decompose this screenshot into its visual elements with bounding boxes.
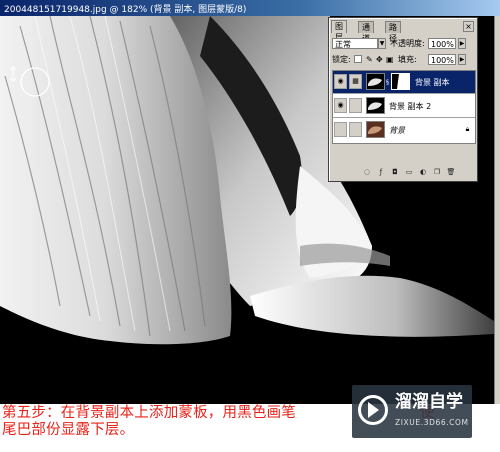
add-mask-icon[interactable]: ◘ (390, 168, 400, 177)
layer-row-background[interactable]: 背景 🔒︎ (333, 119, 475, 142)
layer-mask-thumbnail[interactable] (391, 73, 410, 90)
link-layers-icon[interactable]: ◌ (362, 168, 372, 177)
caption-line-1-text: 第五步：在背景副本上添加蒙板，用黑色画笔 (2, 405, 296, 421)
palette-bottom-toolbar: ◌ ƒ ◘ ▭ ◐ ❐ 🗑︎ (332, 168, 474, 178)
play-icon (368, 402, 379, 418)
layer-row-background-copy-2[interactable]: ◉ 背景 副本 2 (333, 95, 475, 118)
lock-label: 锁定: (332, 55, 351, 64)
opacity-slider-icon[interactable]: ▶ (458, 38, 466, 49)
layer-row-background-copy[interactable]: ◉ ▦ § 背景 副本 (333, 71, 475, 94)
layer-thumbnail (366, 97, 385, 114)
lock-position-icon[interactable]: ✥ (376, 54, 383, 65)
document-title-bar[interactable]: 200448151719948.jpg @ 182% (背景 副本, 图层蒙版/… (0, 0, 500, 16)
tab-paths[interactable]: 路径 (385, 21, 401, 43)
eye-slot-icon[interactable] (334, 122, 347, 137)
opacity-field[interactable]: 100% (428, 38, 456, 49)
blend-row: 正常 ▼ 不透明度: 100% ▶ (332, 38, 474, 50)
eye-icon[interactable]: ◉ (334, 74, 347, 89)
watermark-url: ZIXUE.3D66.COM (395, 418, 469, 427)
lock-icon: 🔒︎ (465, 125, 470, 133)
fill-slider-icon[interactable]: ▶ (458, 54, 466, 65)
layers-palette: 图层 通道 路径 × 正常 ▼ 不透明度: 100% ▶ 锁定: ✎ ✥ ▣ 填… (328, 17, 478, 182)
layer-name: 背景 副本 (415, 78, 450, 87)
mask-indicator-icon[interactable]: ▦ (349, 74, 362, 89)
close-icon[interactable]: × (463, 21, 474, 32)
layer-name: 背景 (389, 126, 405, 135)
lock-row: 锁定: ✎ ✥ ▣ 填充: 100% ▶ (332, 54, 474, 66)
lock-transparency-icon[interactable] (354, 55, 362, 63)
tab-channels[interactable]: 通道 (358, 21, 374, 43)
opacity-label: 不透明度: (390, 39, 425, 48)
watermark-brand: 溜溜自学 (395, 392, 463, 412)
layer-thumbnail (366, 121, 385, 138)
new-set-icon[interactable]: ▭ (404, 168, 414, 177)
new-layer-icon[interactable]: ❐ (432, 168, 442, 177)
brush-slot-icon[interactable] (349, 98, 362, 113)
layers-list: ◉ ▦ § 背景 副本 ◉ 背景 副本 2 背景 🔒︎ (332, 70, 476, 144)
lock-all-icon[interactable]: ▣ (386, 54, 394, 65)
lock-image-icon[interactable]: ✎ (366, 54, 373, 65)
tab-layers[interactable]: 图层 (331, 20, 347, 42)
fill-field[interactable]: 100% (428, 54, 456, 65)
fill-label: 填充: (398, 55, 417, 64)
blend-mode-select[interactable]: 正常 (332, 38, 378, 49)
document-title: 200448151719948.jpg @ 182% (背景 副本, 图层蒙版/… (4, 5, 247, 15)
layer-name: 背景 副本 2 (389, 102, 432, 111)
watermark-badge: 溜溜自学 ZIXUE.3D66.COM (352, 385, 472, 438)
adjustment-layer-icon[interactable]: ◐ (418, 168, 428, 177)
vertical-scrollbar[interactable] (494, 16, 500, 404)
trash-icon[interactable]: 🗑︎ (446, 168, 456, 177)
brush-slot-icon[interactable] (349, 122, 362, 137)
layer-style-icon[interactable]: ƒ (376, 168, 386, 177)
layer-thumbnail (366, 73, 385, 90)
link-icon[interactable]: § (386, 79, 389, 86)
eye-icon[interactable]: ◉ (334, 98, 347, 113)
blend-dropdown-icon[interactable]: ▼ (378, 38, 386, 49)
